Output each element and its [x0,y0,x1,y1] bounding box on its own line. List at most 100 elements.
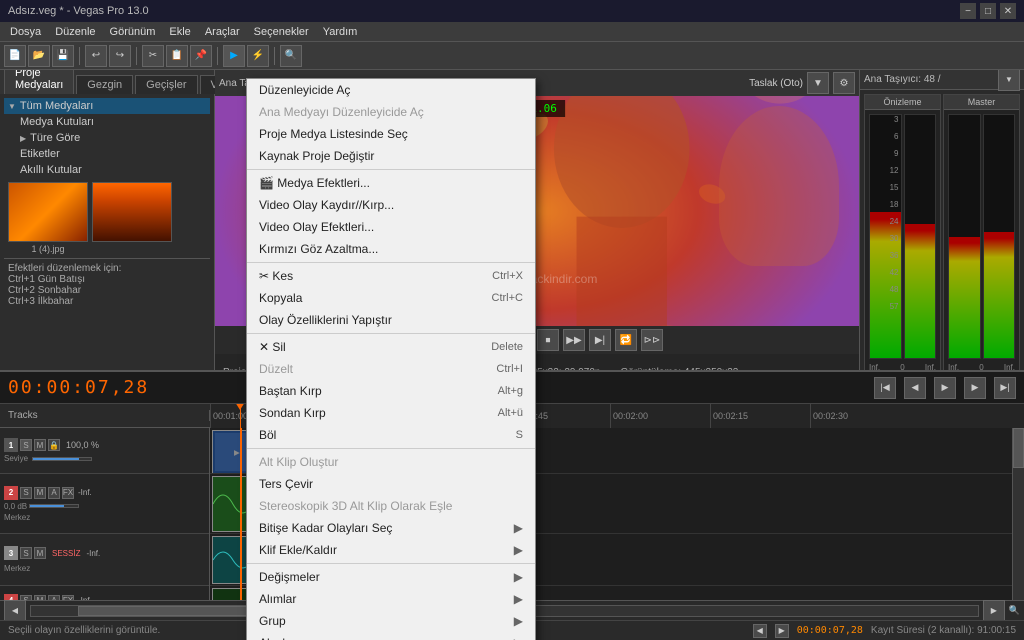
ctx-label: Düzelt [259,362,293,376]
tl-prev-btn[interactable]: ◀ [4,600,26,622]
track-fader-2[interactable] [29,504,79,508]
ctx-duzelt[interactable]: Düzelt Ctrl+I [247,358,535,380]
menu-yardim[interactable]: Yardım [317,24,364,40]
ctx-label: ✂ Kes [259,269,293,283]
zoom-in[interactable]: 🔍 [280,45,302,67]
track-fx-2[interactable]: FX [62,487,74,499]
tab-gezgin[interactable]: Gezgin [76,75,133,94]
tab-gecisler[interactable]: Geçişler [135,75,197,94]
track-automation-2[interactable]: A [48,487,60,499]
ctx-label: ✕ Sil [259,340,286,354]
menu-araclar[interactable]: Araçlar [199,24,246,40]
tree-item-etiketler[interactable]: Etiketler [4,146,210,162]
ctx-kopyala[interactable]: Kopyala Ctrl+C [247,287,535,309]
ctx-sil[interactable]: ✕ Sil Delete [247,336,535,358]
split-button[interactable]: ⚡ [247,45,269,67]
ctx-ters-cevir[interactable]: Ters Çevir [247,473,535,495]
ctx-kes[interactable]: ✂ Kes Ctrl+X [247,265,535,287]
redo-button[interactable]: ↪ [109,45,131,67]
preview-tab[interactable]: Önizleme [865,95,940,110]
maximize-button[interactable]: □ [980,3,996,19]
thumb-item-1[interactable]: 1 (4).jpg [8,182,88,254]
ctx-video-efektleri[interactable]: Video Olay Efektleri... [247,216,535,238]
menu-ekle[interactable]: Ekle [163,24,196,40]
ctx-klif[interactable]: Klif Ekle/Kaldır ▶ [247,539,535,561]
timeline-scrollbar-v[interactable] [1012,428,1024,600]
ctx-akislar[interactable]: Akışlar ▶ [247,632,535,640]
tree-item-ture-gore[interactable]: ▶ Türe Göre [4,130,210,146]
next-frame-button[interactable]: ▶▶ [563,329,585,351]
tab-proje-medyalari[interactable]: Proje Medyaları [4,70,74,94]
right-panel-btn[interactable]: ▼ [998,70,1020,91]
track-solo-1[interactable]: M [34,439,46,451]
track-solo-3[interactable]: M [34,547,46,559]
ctx-medya-efektleri[interactable]: 🎬 Medya Efektleri... [247,172,535,194]
ctx-alt-klip[interactable]: Alt Klip Oluştur [247,451,535,473]
tree-item-tum-medyalari[interactable]: ▼ Tüm Medyaları [4,98,210,114]
track-lock-1[interactable]: 🔒 [48,439,60,451]
ctx-ana-medyayi[interactable]: Ana Medyayı Düzenleyicide Aç [247,101,535,123]
open-button[interactable]: 📂 [28,45,50,67]
thumb-item-2[interactable] [92,182,172,254]
loop-button[interactable]: 🔁 [615,329,637,351]
go-end-button[interactable]: ▶| [589,329,611,351]
right-panel-title: Ana Taşıyıcı: 48 / [864,74,941,85]
close-button[interactable]: ✕ [1000,3,1016,19]
track-mute-2[interactable]: S [20,487,32,499]
copy-tool[interactable]: 📋 [166,45,188,67]
scrollbar-thumb-v[interactable] [1013,428,1024,468]
status-next-btn[interactable]: ▶ [775,624,789,638]
ctx-sondan-kirp[interactable]: Sondan Kırp Alt+ü [247,402,535,424]
ctx-duzenleyicide-ac[interactable]: Düzenleyicide Aç [247,79,535,101]
ctx-grup[interactable]: Grup ▶ [247,610,535,632]
extra-play-btn[interactable]: ⊳⊳ [641,329,663,351]
ctx-stereo[interactable]: Stereoskopik 3D Alt Klip Olarak Eşle [247,495,535,517]
menu-secenekler[interactable]: Seçenekler [248,24,315,40]
stop-button[interactable]: ⏹ [537,329,559,351]
ctx-proje-medya[interactable]: Proje Medya Listesinde Seç [247,123,535,145]
tl-prev[interactable]: ◀ [904,377,926,399]
ctx-video-kaydır[interactable]: Video Olay Kaydır//Kırp... [247,194,535,216]
status-duration: Kayıt Süresi (2 kanallı): 91:00:15 [871,625,1016,636]
track-mute-1[interactable]: S [20,439,32,451]
track-fader-1[interactable] [32,457,92,461]
master-tab[interactable]: Master [944,95,1019,110]
ctx-kırmızı-goz[interactable]: Kırmızı Göz Azaltma... [247,238,535,260]
ctx-degismeler[interactable]: Değişmeler ▶ [247,566,535,588]
minimize-button[interactable]: − [960,3,976,19]
status-prev-btn[interactable]: ◀ [753,624,767,638]
menu-duzenle[interactable]: Düzenle [49,24,101,40]
undo-button[interactable]: ↩ [85,45,107,67]
ctx-ozel-yapistir[interactable]: Olay Özelliklerini Yapıştır [247,309,535,331]
render-button[interactable]: ▶ [223,45,245,67]
tree-label: Medya Kutuları [20,116,94,128]
track-solo-2[interactable]: M [34,487,46,499]
tl-next-btn[interactable]: ▶ [983,600,1005,622]
tl-play[interactable]: ▶ [934,377,956,399]
playhead[interactable] [240,404,241,428]
paste-tool[interactable]: 📌 [190,45,212,67]
menu-gorunum[interactable]: Görünüm [104,24,162,40]
new-button[interactable]: 📄 [4,45,26,67]
tl-go-end[interactable]: ▶| [994,377,1016,399]
preview-tb-btn[interactable]: ⚙ [833,72,855,94]
menu-dosya[interactable]: Dosya [4,24,47,40]
ctx-bastan-kirp[interactable]: Baştan Kırp Alt+g [247,380,535,402]
tl-next[interactable]: ▶ [964,377,986,399]
tree-item-akilli-kutular[interactable]: Akıllı Kutular [4,162,210,178]
tl-go-start[interactable]: |◀ [874,377,896,399]
preview-settings-btn[interactable]: ▼ [807,72,829,94]
tree-item-medya-kutulari[interactable]: Medya Kutuları [4,114,210,130]
track-pan-3: Merkez [4,564,205,573]
track-labels-header: Tracks [0,410,210,421]
save-button[interactable]: 💾 [52,45,74,67]
track-mute-3[interactable]: S [20,547,32,559]
taslak-label: Taslak (Oto) [749,78,803,89]
ctx-bitise[interactable]: Bitişe Kadar Olayları Seç ▶ [247,517,535,539]
ctx-bol[interactable]: Böl S [247,424,535,446]
ruler-label: 00:01:00 [213,411,248,421]
cut-tool[interactable]: ✂ [142,45,164,67]
ctx-shortcut-kopyala: Ctrl+C [492,292,523,304]
ctx-kaynak[interactable]: Kaynak Proje Değiştir [247,145,535,167]
ctx-alimlar[interactable]: Alımlar ▶ [247,588,535,610]
